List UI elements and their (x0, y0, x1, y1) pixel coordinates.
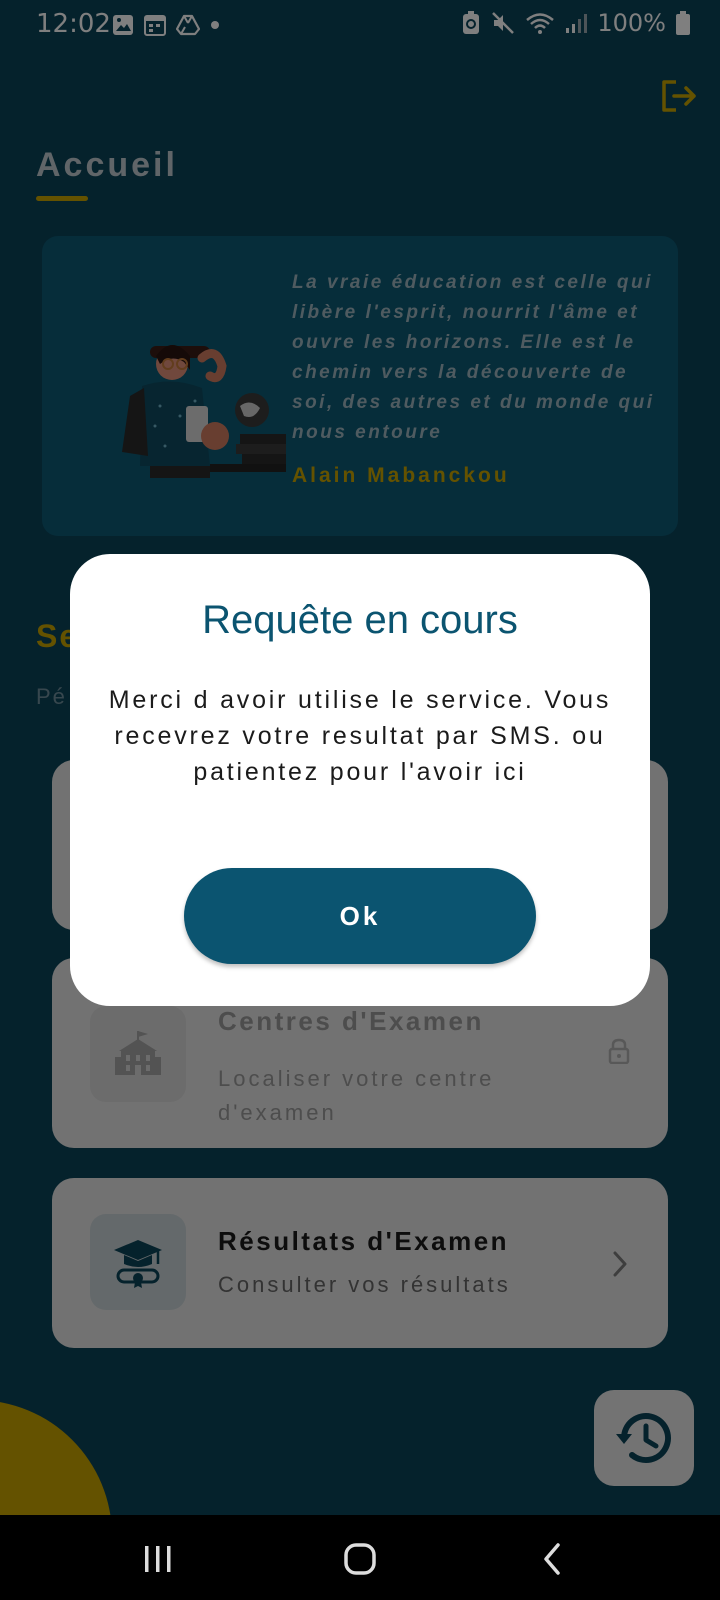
ok-button[interactable]: Ok (184, 868, 536, 964)
back-button[interactable] (522, 1537, 582, 1581)
request-dialog: Requête en cours Merci d avoir utilise l… (70, 554, 650, 1006)
system-navigation-bar (0, 1515, 720, 1600)
back-icon (544, 1543, 560, 1575)
dialog-message: Merci d avoir utilise le service. Vous r… (108, 686, 612, 786)
recent-apps-button[interactable] (128, 1537, 188, 1581)
home-icon (344, 1543, 376, 1575)
dialog-title: Requête en cours (202, 598, 518, 642)
recent-apps-icon (145, 1546, 171, 1572)
home-button[interactable] (330, 1537, 390, 1581)
app-screen: 12:02 100% Accueil (0, 0, 720, 1515)
